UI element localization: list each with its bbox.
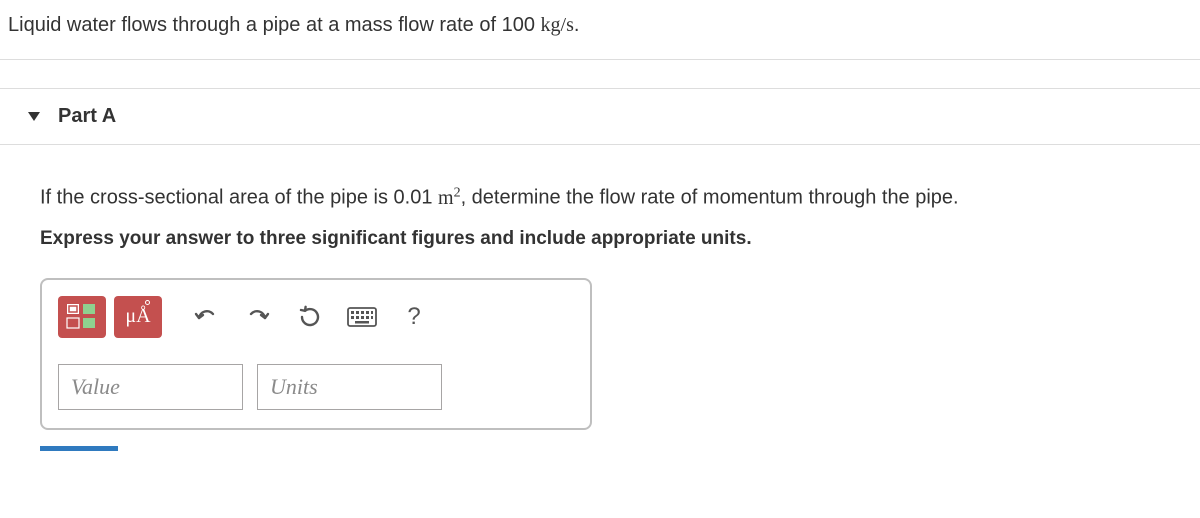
special-chars-button[interactable]: μÅ bbox=[114, 296, 162, 338]
progress-indicator bbox=[40, 446, 118, 451]
reset-button[interactable] bbox=[286, 296, 334, 338]
value-input[interactable] bbox=[58, 364, 243, 410]
templates-button[interactable] bbox=[58, 296, 106, 338]
answer-box: μÅ bbox=[40, 278, 592, 430]
answer-input-row bbox=[58, 364, 574, 410]
question-before: If the cross-sectional area of the pipe … bbox=[40, 187, 438, 209]
question-after: , determine the flow rate of momentum th… bbox=[461, 187, 959, 209]
problem-text-before: Liquid water flows through a pipe at a m… bbox=[8, 14, 541, 36]
part-a-body: If the cross-sectional area of the pipe … bbox=[0, 145, 1200, 491]
question-text: If the cross-sectional area of the pipe … bbox=[40, 185, 1160, 210]
help-button[interactable]: ? bbox=[390, 296, 438, 338]
part-a-title: Part A bbox=[58, 105, 116, 128]
answer-instruction: Express your answer to three significant… bbox=[40, 228, 1160, 250]
reset-icon bbox=[298, 305, 322, 329]
problem-statement: Liquid water flows through a pipe at a m… bbox=[0, 0, 1200, 60]
keyboard-button[interactable] bbox=[338, 296, 386, 338]
help-icon: ? bbox=[407, 303, 420, 331]
redo-icon bbox=[245, 306, 271, 328]
keyboard-icon bbox=[347, 307, 377, 327]
question-unit: m2 bbox=[438, 187, 461, 209]
problem-units: kg/s bbox=[541, 14, 574, 36]
problem-text-after: . bbox=[574, 14, 580, 36]
units-input[interactable] bbox=[257, 364, 442, 410]
caret-down-icon bbox=[28, 112, 40, 121]
part-a-section: Part A bbox=[0, 88, 1200, 145]
special-chars-label: μÅ bbox=[125, 305, 150, 328]
redo-button[interactable] bbox=[234, 296, 282, 338]
part-a-header[interactable]: Part A bbox=[0, 89, 1200, 144]
undo-icon bbox=[193, 306, 219, 328]
answer-toolbar: μÅ bbox=[58, 296, 574, 338]
undo-button[interactable] bbox=[182, 296, 230, 338]
ring-accent-icon bbox=[145, 300, 150, 305]
templates-icon bbox=[65, 302, 99, 332]
